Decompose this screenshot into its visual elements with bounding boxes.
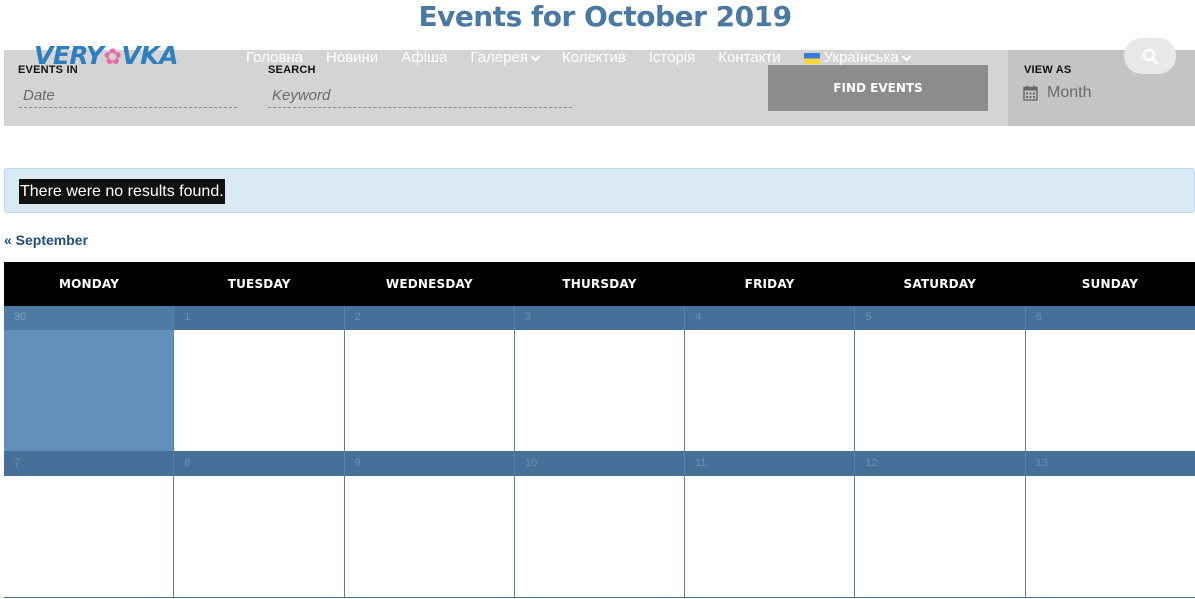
day-number: 9 <box>344 452 514 476</box>
calendar-day[interactable]: 9 <box>344 452 515 597</box>
view-as-select[interactable]: Month <box>1023 84 1091 102</box>
view-as-value: Month <box>1047 84 1092 101</box>
weekday-header: SUNDAY <box>1081 277 1139 291</box>
calendar-day[interactable]: 4 <box>685 306 856 451</box>
search-label: SEARCH <box>268 64 316 76</box>
day-number: 11 <box>685 452 855 476</box>
calendar-week: 30 1 2 3 4 5 6 <box>4 306 1195 452</box>
calendar-day[interactable]: 1 <box>174 306 345 451</box>
calendar-week: 7 8 9 10 11 12 13 <box>4 452 1195 598</box>
nav-item-afisha[interactable]: Афіша <box>401 48 447 68</box>
date-input[interactable] <box>19 84 237 108</box>
nav-item-history[interactable]: Історія <box>649 48 696 68</box>
nav-item-news[interactable]: Новини <box>326 48 378 68</box>
weekday-header: FRIDAY <box>744 277 795 291</box>
weekday-header: THURSDAY <box>562 277 637 291</box>
calendar-day[interactable]: 3 <box>514 306 686 451</box>
nav-item-collective[interactable]: Колектив <box>562 48 626 68</box>
calendar-day[interactable]: 12 <box>855 452 1026 597</box>
calendar-day[interactable]: 6 <box>1025 306 1195 451</box>
no-results-message: There were no results found. <box>19 179 225 204</box>
day-number: 6 <box>1025 306 1195 330</box>
day-number: 13 <box>1025 452 1195 476</box>
weekday-header: MONDAY <box>58 277 120 291</box>
day-number: 10 <box>514 452 685 476</box>
calendar-day[interactable]: 7 <box>4 452 175 597</box>
day-number: 1 <box>174 306 344 330</box>
nav-item-label: Історія <box>648 49 696 66</box>
logo-text-end: VKA <box>121 41 178 70</box>
day-number: 3 <box>514 306 685 330</box>
calendar-day[interactable]: 13 <box>1025 452 1195 597</box>
month-calendar: MONDAY TUESDAY WEDNESDAY THURSDAY FRIDAY… <box>4 262 1195 598</box>
day-number: 4 <box>685 306 855 330</box>
day-number: 8 <box>174 452 344 476</box>
weekday-header: TUESDAY <box>227 277 291 291</box>
search-icon <box>1142 48 1158 64</box>
keyword-input[interactable] <box>268 84 572 108</box>
site-search-button[interactable] <box>1124 38 1176 74</box>
calendar-day[interactable]: 11 <box>685 452 856 597</box>
flower-icon: ✿ <box>103 45 122 70</box>
calendar-day[interactable]: 2 <box>344 306 515 451</box>
page-title: Events for October 2019 <box>418 0 792 33</box>
nav-item-label: Новини <box>326 49 379 66</box>
chevron-down-icon <box>901 51 912 61</box>
day-number: 12 <box>855 452 1025 476</box>
weekday-header: WEDNESDAY <box>385 277 473 291</box>
day-number: 5 <box>855 306 1025 330</box>
calendar-day[interactable]: 10 <box>514 452 686 597</box>
previous-month-link[interactable]: « September <box>4 232 88 248</box>
nav-item-label: Колектив <box>561 49 626 66</box>
calendar-icon <box>1023 85 1038 101</box>
day-number: 7 <box>4 452 174 476</box>
day-number: 30 <box>4 306 174 330</box>
weekday-header: SATURDAY <box>903 277 977 291</box>
nav-item-label: Афіша <box>401 49 448 66</box>
calendar-day[interactable]: 5 <box>855 306 1026 451</box>
chevron-down-icon <box>530 51 541 61</box>
nav-item-label: Галерея <box>470 49 528 66</box>
find-events-button[interactable]: FIND EVENTS <box>768 65 988 111</box>
day-number: 2 <box>344 306 514 330</box>
ukraine-flag-icon <box>803 52 820 64</box>
calendar-day[interactable]: 8 <box>174 452 345 597</box>
weekday-header-row: MONDAY TUESDAY WEDNESDAY THURSDAY FRIDAY… <box>4 262 1195 306</box>
nav-item-gallery[interactable]: Галерея <box>470 48 541 68</box>
events-in-label: EVENTS IN <box>18 64 78 76</box>
view-as-label: VIEW AS <box>1024 64 1072 76</box>
calendar-day-past[interactable]: 30 <box>4 306 175 451</box>
